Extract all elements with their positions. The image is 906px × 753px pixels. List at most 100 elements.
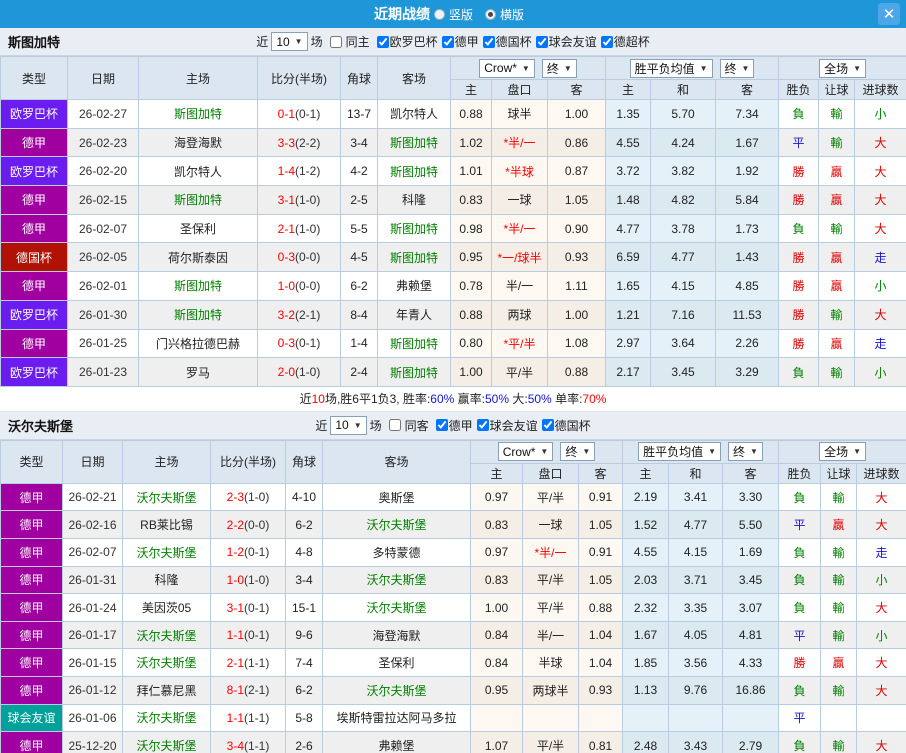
competition-checkbox[interactable] [482,35,495,48]
competition-type-badge: 德甲 [0,565,63,595]
handicap-result: 輸 [820,620,858,650]
handicap-result: 輸 [818,213,856,244]
competition-checkbox[interactable] [441,35,454,48]
goals-result: 大 [856,593,906,622]
handicap-odds-home: 0.83 [470,510,523,540]
away-team: 斯图加特 [377,357,451,387]
close-icon[interactable]: ✕ [878,3,900,25]
match-row: 欧罗巴杯 26-01-30 斯图加特 3-2(2-1) 8-4 年青人 0.88 两球 1.00… [0,299,906,330]
goals-result [856,703,906,733]
home-team: 斯图加特 [138,99,258,129]
match-score: 8-1(2-1) [210,676,286,705]
col-handicap-result: 让球 [818,79,856,100]
handicap-odds-away: 1.05 [547,185,606,215]
match-score: 2-3(1-0) [210,482,286,512]
bookmaker-select[interactable]: Crow* ▼ [497,442,554,462]
col-odds-away: 客 [578,462,623,484]
dialog-title: 近期战绩 [373,6,430,22]
scope-select[interactable]: 全场 ▼ [819,58,866,78]
competition-filters: 德甲 球会友谊 德国杯 [432,417,591,434]
away-team: 斯图加特 [377,127,451,158]
competition-checkbox[interactable] [535,35,548,48]
match-row: 德甲 26-01-12 拜仁慕尼黑 8-1(2-1) 6-2 沃尔夫斯堡 0.95 两球半 0.… [0,676,906,705]
competition-checkbox[interactable] [435,419,448,432]
average-group-header: 胜平负均值 ▼ 终 ▼ [604,56,780,80]
chevron-down-icon: ▼ [708,447,716,457]
summary-segment: 近 [299,392,312,407]
match-score: 2-2(0-0) [210,510,286,540]
final-odds-select[interactable]: 终 ▼ [541,58,577,78]
match-date: 26-02-21 [62,482,123,512]
home-team: 凯尔特人 [138,156,258,187]
avg-odds-draw: 3.35 [668,593,723,622]
corners: 13-7 [340,99,378,129]
col-handicap: 盘口 [491,79,548,100]
final-odds-select[interactable]: 终 ▼ [719,58,755,78]
avg-odds-home: 1.21 [605,299,651,330]
fulltime-result: 勝 [778,156,820,187]
final-odds-select[interactable]: 终 ▼ [560,442,596,462]
competition-checkbox[interactable] [541,419,554,432]
match-date: 26-02-05 [67,242,139,273]
match-row: 德甲 26-01-24 美因茨05 3-1(0-1) 15-1 沃尔夫斯堡 1.00 平/半 0… [0,593,906,622]
match-date: 26-02-16 [62,510,123,540]
match-row: 德甲 26-02-21 沃尔夫斯堡 2-3(1-0) 4-10 奥斯堡 0.97 平/半 0.9… [0,482,906,512]
games-count-select[interactable]: 10 ▼ [271,32,308,51]
match-score: 3-1(1-0) [257,185,341,215]
goals-result: 大 [856,648,906,678]
average-select[interactable]: 胜平负均值 ▼ [638,442,721,462]
handicap-line: 平/半 [522,731,579,753]
goals-result: 小 [854,99,906,129]
final-odds-select[interactable]: 终 ▼ [728,442,763,462]
handicap-result: 輸 [820,482,858,512]
fulltime-result: 平 [778,127,820,158]
handicap-odds-away: 0.91 [578,538,623,567]
competition-checkbox[interactable] [376,35,389,48]
vertical-layout-label: 竖版 [448,7,473,22]
avg-odds-home: 1.67 [622,620,669,650]
chevron-down-icon: ▼ [750,447,758,457]
away-team: 圣保利 [322,648,471,678]
same-home-checkbox[interactable] [329,35,342,48]
competition-checkbox[interactable] [600,35,613,48]
goals-result: 大 [856,510,906,540]
competition-checkbox[interactable] [476,419,489,432]
avg-odds-draw [668,703,723,733]
same-away-label: 同客 [404,418,429,433]
goals-result: 大 [854,213,906,244]
goals-result: 走 [854,328,906,359]
home-team: RB莱比锡 [122,510,211,540]
competition-label: 德国杯 [554,418,591,433]
competition-label: 德甲 [448,418,473,433]
avg-odds-draw: 3.71 [668,565,723,595]
home-team: 沃尔夫斯堡 [122,620,211,650]
fulltime-result: 負 [778,357,820,387]
near-label: 近 [256,35,269,49]
vertical-layout-radio[interactable] [433,8,445,20]
same-away-checkbox[interactable] [388,419,401,432]
match-date: 26-02-07 [67,213,139,244]
horizontal-layout-radio[interactable] [485,8,496,20]
handicap-odds-home: 0.84 [470,620,523,650]
handicap-result: 輸 [820,676,858,705]
away-team: 斯图加特 [377,242,451,273]
competition-type-badge: 德甲 [0,185,68,215]
avg-odds-draw: 4.15 [650,271,716,301]
handicap-odds-home [470,703,523,733]
average-select[interactable]: 胜平负均值 ▼ [629,58,713,78]
handicap-odds-home: 1.00 [450,357,492,387]
away-team: 凯尔特人 [377,99,451,129]
competition-type-badge: 德甲 [0,510,63,540]
bookmaker-select[interactable]: Crow* ▼ [479,58,535,78]
match-score: 1-0(1-0) [210,565,286,595]
games-count-select[interactable]: 10 ▼ [330,415,367,435]
layout-radio-group: 竖版 横版 [433,6,532,23]
corners: 2-5 [340,185,378,215]
handicap-line [522,703,579,733]
away-team: 奥斯堡 [322,482,471,512]
home-team: 罗马 [138,357,258,387]
avg-odds-home: 2.32 [622,593,669,622]
handicap-line: 平/半 [491,357,548,387]
scope-select[interactable]: 全场 ▼ [819,442,866,462]
match-row: 德甲 26-01-31 科隆 1-0(1-0) 3-4 沃尔夫斯堡 0.83 平/半 1.05 2… [0,565,906,595]
